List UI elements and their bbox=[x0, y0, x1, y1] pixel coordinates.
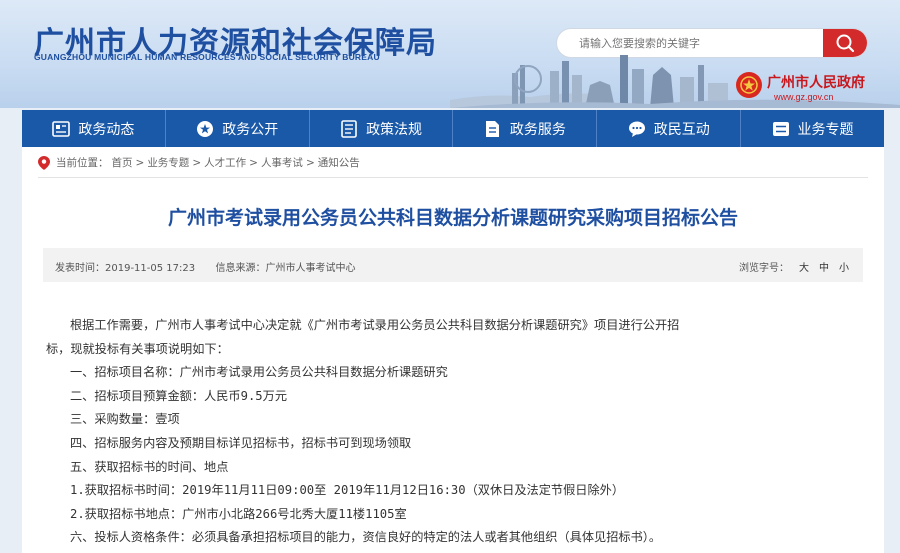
paragraph: 2.获取招标书地点：广州市小北路266号北秀大厦11楼1105室 bbox=[70, 506, 407, 521]
nav-item-service[interactable]: 政务服务 bbox=[453, 110, 598, 147]
breadcrumb-separator: > bbox=[249, 156, 258, 169]
gov-link[interactable]: 广州市人民政府 bbox=[767, 72, 865, 92]
breadcrumb-exam[interactable]: 人事考试 bbox=[261, 155, 303, 170]
site-header: 广州市人力资源和社会保障局 GUANGZHOU MUNICIPAL HUMAN … bbox=[0, 0, 900, 108]
service-icon bbox=[484, 120, 502, 138]
divider bbox=[38, 177, 868, 178]
star-icon bbox=[196, 120, 214, 138]
search-icon bbox=[836, 34, 855, 53]
font-size-large-button[interactable]: 大 bbox=[799, 259, 809, 274]
article-body: 根据工作需要，广州市人事考试中心决定就《广州市考试录用公务员公共科目数据分析课题… bbox=[46, 314, 846, 550]
article-meta: 发表时间：2019-11-05 17:23 信息来源：广州市人事考试中心 bbox=[55, 259, 356, 274]
publish-time: 发表时间：2019-11-05 17:23 bbox=[55, 263, 196, 274]
news-icon bbox=[52, 120, 71, 138]
search-input[interactable] bbox=[557, 29, 827, 57]
main-nav: 政务动态 政务公开 政策法规 政务服务 政民互动 业务专题 bbox=[22, 110, 884, 147]
breadcrumb-notice[interactable]: 通知公告 bbox=[318, 155, 360, 170]
nav-item-policy[interactable]: 政策法规 bbox=[310, 110, 454, 147]
font-size-small-button[interactable]: 小 bbox=[839, 259, 849, 274]
page-title: 广州市考试录用公务员公共科目数据分析课题研究采购项目招标公告 bbox=[167, 207, 738, 229]
nav-label: 政策法规 bbox=[366, 121, 423, 138]
paragraph: 根据工作需要，广州市人事考试中心决定就《广州市考试录用公务员公共科目数据分析课题… bbox=[70, 318, 680, 332]
nav-label: 政民互动 bbox=[653, 121, 710, 138]
info-source: 信息来源：广州市人事考试中心 bbox=[215, 263, 356, 274]
emblem-icon bbox=[736, 72, 762, 98]
site-subtitle: GUANGZHOU MUNICIPAL HUMAN RESOURCES AND … bbox=[34, 52, 380, 62]
paragraph: 1.获取招标书时间：2019年11月11日09:00至 2019年11月12日1… bbox=[70, 483, 625, 498]
breadcrumb-home[interactable]: 首页 bbox=[112, 155, 133, 170]
nav-item-open[interactable]: 政务公开 bbox=[166, 110, 310, 147]
paragraph: 三、采购数量：壹项 bbox=[70, 412, 180, 427]
breadcrumb-separator: > bbox=[135, 156, 145, 169]
breadcrumb-prefix: 当前位置： bbox=[56, 157, 109, 169]
paragraph: 一、招标项目名称：广州市考试录用公务员公共科目数据分析课题研究 bbox=[70, 365, 448, 380]
breadcrumb: 当前位置： 首页 > 业务专题 > 人才工作 > 人事考试 > 通知公告 bbox=[38, 155, 363, 170]
location-pin-icon bbox=[38, 155, 50, 170]
chat-icon bbox=[628, 120, 646, 138]
content-panel: 当前位置： 首页 > 业务专题 > 人才工作 > 人事考试 > 通知公告 广州市… bbox=[22, 147, 884, 553]
paragraph: 六、投标人资格条件：必须具备承担招标项目的能力，资信良好的特定的法人或者其他组织… bbox=[70, 530, 662, 545]
font-size-label: 浏览字号： bbox=[739, 263, 789, 274]
paragraph: 四、招标服务内容及预期目标详见招标书，招标书可到现场领取 bbox=[70, 435, 412, 450]
paragraph: 五、获取招标书的时间、地点 bbox=[70, 459, 229, 474]
nav-label: 政务服务 bbox=[509, 121, 566, 138]
nav-label: 业务专题 bbox=[797, 121, 854, 138]
search-button[interactable] bbox=[823, 29, 867, 57]
list-icon bbox=[772, 120, 790, 138]
document-icon bbox=[340, 119, 358, 138]
nav-item-interaction[interactable]: 政民互动 bbox=[597, 110, 742, 147]
breadcrumb-separator: > bbox=[192, 156, 202, 169]
font-size-controls: 浏览字号： 大 中 小 bbox=[739, 259, 849, 274]
breadcrumb-topics[interactable]: 业务专题 bbox=[147, 155, 189, 170]
paragraph: 标，现就投标有关事项说明如下： bbox=[46, 341, 229, 356]
gov-url[interactable]: www.gz.gov.cn bbox=[774, 92, 833, 102]
paragraph: 二、招标项目预算金额：人民币9.5万元 bbox=[70, 388, 288, 403]
search-box bbox=[556, 28, 868, 58]
breadcrumb-separator: > bbox=[305, 156, 315, 169]
nav-item-topics[interactable]: 业务专题 bbox=[741, 110, 884, 147]
font-size-medium-button[interactable]: 中 bbox=[819, 259, 829, 274]
nav-label: 政务公开 bbox=[222, 121, 279, 138]
nav-item-news[interactable]: 政务动态 bbox=[22, 110, 166, 147]
article-meta-bar: 发表时间：2019-11-05 17:23 信息来源：广州市人事考试中心 浏览字… bbox=[43, 248, 863, 282]
nav-label: 政务动态 bbox=[78, 121, 135, 138]
breadcrumb-talent[interactable]: 人才工作 bbox=[204, 155, 246, 170]
